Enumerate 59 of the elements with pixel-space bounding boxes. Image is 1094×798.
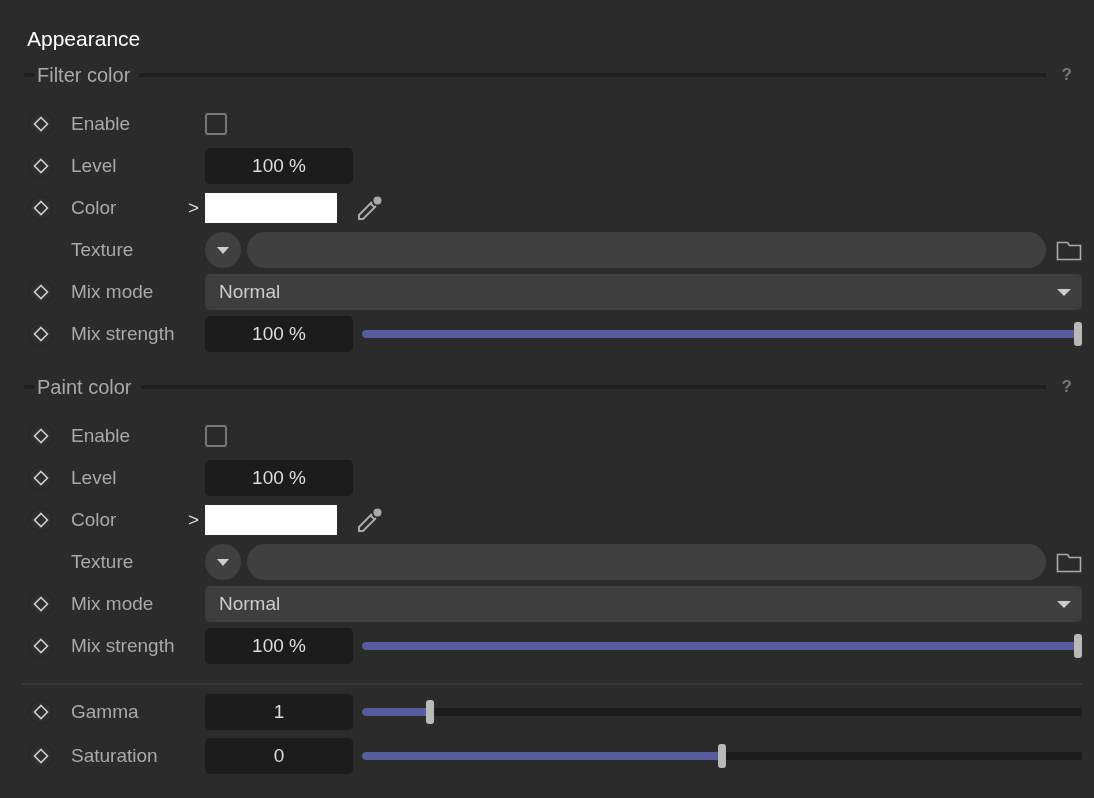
- slider[interactable]: [362, 744, 1082, 768]
- checkbox[interactable]: [205, 113, 227, 135]
- property-label: Texture: [71, 551, 135, 573]
- property-label: Gamma: [71, 701, 140, 723]
- property-label: Mix strength: [71, 635, 176, 657]
- property-label: Level: [71, 467, 118, 489]
- property-label: Saturation: [71, 745, 159, 767]
- property-label: Color: [71, 197, 118, 219]
- slider-handle[interactable]: [1074, 322, 1082, 346]
- keyframe-button[interactable]: [30, 113, 52, 135]
- property-label: Mix strength: [71, 323, 176, 345]
- value-field[interactable]: 100 %: [205, 460, 353, 496]
- property-label: Mix mode: [71, 593, 155, 615]
- value-field[interactable]: 100 %: [205, 628, 353, 664]
- caret-icon: [1056, 287, 1072, 297]
- mix-mode-dropdown[interactable]: Normal: [205, 274, 1082, 310]
- property-label: Mix mode: [71, 281, 155, 303]
- keyframe-button[interactable]: [30, 593, 52, 615]
- caret-icon: [1056, 599, 1072, 609]
- keyframe-button[interactable]: [30, 281, 52, 303]
- keyframe-button[interactable]: [30, 197, 52, 219]
- caret-icon: [216, 557, 230, 567]
- mix-mode-dropdown[interactable]: Normal: [205, 586, 1082, 622]
- folder-icon[interactable]: [1056, 551, 1082, 573]
- slider[interactable]: [362, 700, 1082, 724]
- color-swatch[interactable]: [205, 505, 337, 535]
- keyframe-button[interactable]: [30, 467, 52, 489]
- color-swatch[interactable]: [205, 193, 337, 223]
- keyframe-button[interactable]: [30, 509, 52, 531]
- keyframe-button[interactable]: [30, 745, 52, 767]
- property-label: Enable: [71, 113, 132, 135]
- slider-handle[interactable]: [426, 700, 435, 724]
- keyframe-button[interactable]: [30, 635, 52, 657]
- property-label: Color: [71, 509, 118, 531]
- property-label: Enable: [71, 425, 132, 447]
- keyframe-button[interactable]: [30, 155, 52, 177]
- slider-handle[interactable]: [718, 744, 726, 768]
- value-field[interactable]: 0: [205, 738, 353, 774]
- texture-menu-button[interactable]: [205, 544, 241, 580]
- checkbox[interactable]: [205, 425, 227, 447]
- value-field[interactable]: 100 %: [205, 148, 353, 184]
- expand-arrow[interactable]: >: [188, 509, 202, 531]
- group-title: Filter color: [36, 63, 132, 87]
- folder-icon[interactable]: [1056, 239, 1082, 261]
- panel-title: Appearance: [27, 27, 142, 52]
- keyframe-button[interactable]: [30, 323, 52, 345]
- value-field[interactable]: 100 %: [205, 316, 353, 352]
- slider[interactable]: [362, 322, 1082, 346]
- property-label: Texture: [71, 239, 135, 261]
- expand-arrow[interactable]: >: [188, 197, 202, 219]
- slider[interactable]: [362, 634, 1082, 658]
- keyframe-button[interactable]: [30, 425, 52, 447]
- slider-handle[interactable]: [1074, 634, 1082, 658]
- caret-icon: [216, 245, 230, 255]
- property-label: Level: [71, 155, 118, 177]
- texture-menu-button[interactable]: [205, 232, 241, 268]
- keyframe-button[interactable]: [30, 701, 52, 723]
- value-field[interactable]: 1: [205, 694, 353, 730]
- group-title: Paint color: [36, 375, 133, 399]
